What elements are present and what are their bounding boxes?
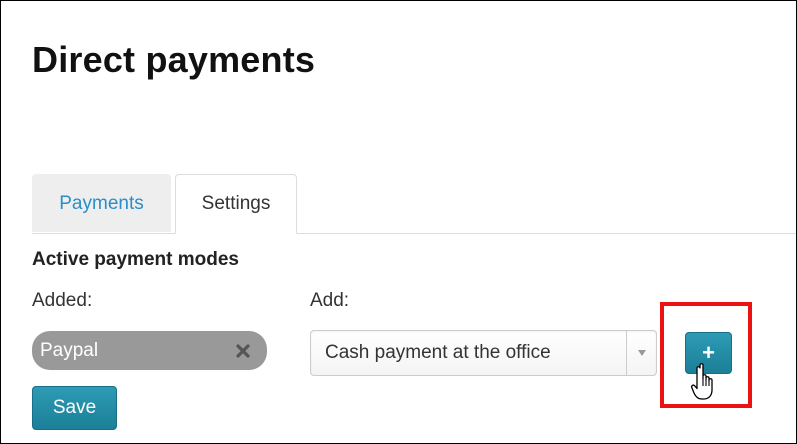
- section-heading: Active payment modes: [32, 249, 239, 270]
- close-icon[interactable]: [235, 331, 251, 370]
- payment-mode-tag-paypal: Paypal: [32, 331, 267, 370]
- page-title: Direct payments: [32, 39, 316, 80]
- payment-mode-select-value: Cash payment at the office: [325, 342, 551, 363]
- payment-mode-tag-label: Paypal: [40, 340, 99, 361]
- caret-down-icon[interactable]: [627, 331, 657, 375]
- add-label: Add:: [310, 290, 350, 311]
- hand-pointer-icon: [691, 362, 721, 402]
- added-label: Added:: [32, 290, 93, 311]
- payment-mode-select[interactable]: Cash payment at the office: [310, 330, 657, 376]
- tab-settings[interactable]: Settings: [175, 174, 297, 234]
- app-frame: Direct payments Payments Settings Active…: [0, 0, 797, 444]
- tab-bar: Payments Settings: [32, 174, 796, 234]
- tab-payments[interactable]: Payments: [32, 174, 171, 232]
- save-button[interactable]: Save: [32, 386, 117, 430]
